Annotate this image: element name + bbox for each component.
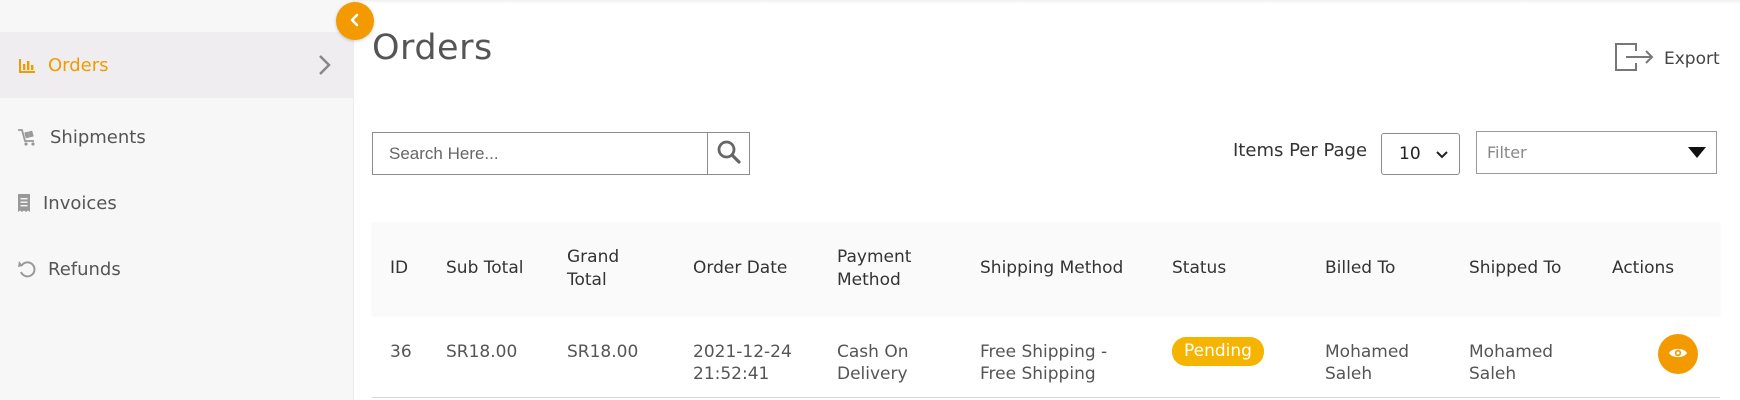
column-header-payment-method: Payment Method [837,246,911,292]
cart-icon [17,127,37,147]
sidebar-item-label: Shipments [50,126,146,148]
sidebar-item-orders[interactable]: Orders [0,32,354,98]
sidebar-item-shipments[interactable]: Shipments [0,104,354,170]
cell-line: 21:52:41 [693,364,770,384]
column-header-actions: Actions [1612,258,1675,278]
sidebar-item-refunds[interactable]: Refunds [0,236,354,302]
column-header-id: ID [390,258,409,278]
items-per-page-select[interactable]: 10 [1381,133,1460,175]
column-header-billed-to: Billed To [1325,258,1396,278]
receipt-icon [14,193,34,213]
search-button[interactable] [708,133,749,174]
cell-sub-total: SR18.00 [446,342,518,362]
caret-down-icon [1688,147,1706,158]
chevron-down-icon [1435,147,1449,167]
column-header-grand-total: Grand Total [567,246,619,292]
cell-line: Saleh [1469,364,1517,384]
cell-shipped-to: Mohamed Saleh [1469,341,1553,385]
table-row: 36 SR18.00 SR18.00 2021-12-24 21:52:41 C… [372,314,1720,398]
column-header-shipping-method: Shipping Method [980,258,1124,278]
bar-chart-icon [17,55,37,75]
filter-placeholder: Filter [1487,143,1527,162]
sidebar-item-label: Orders [48,54,109,76]
column-header-order-date: Order Date [693,258,788,278]
export-button[interactable]: Export [1614,42,1720,76]
cell-line: Saleh [1325,364,1373,384]
cell-order-date: 2021-12-24 21:52:41 [693,341,792,385]
column-header-line: Grand [567,247,620,267]
column-header-line: Payment [837,247,912,267]
cell-line: Free Shipping [980,364,1096,384]
search-input[interactable] [373,133,709,174]
view-order-button[interactable] [1658,334,1698,374]
cell-payment-method: Cash On Delivery [837,341,908,385]
items-per-page-label: Items Per Page [1233,140,1368,161]
items-per-page-value: 10 [1399,144,1421,164]
page-title: Orders [372,28,493,68]
export-icon [1614,42,1656,76]
search-icon [716,139,742,169]
chevron-left-icon [348,12,362,31]
status-badge: Pending [1172,337,1264,366]
undo-icon [17,259,37,279]
sidebar: Orders Shipments Invoices Refunds [0,0,354,400]
sidebar-item-invoices[interactable]: Invoices [0,170,354,236]
cell-shipping-method: Free Shipping - Free Shipping [980,341,1107,385]
column-header-shipped-to: Shipped To [1469,258,1562,278]
search-box [372,132,750,175]
sidebar-item-label: Invoices [43,192,117,214]
sidebar-collapse-button[interactable] [336,2,374,40]
chevron-right-icon [312,53,336,77]
cell-line: Delivery [837,364,908,384]
column-header-status: Status [1172,258,1227,278]
filter-dropdown[interactable]: Filter [1476,131,1717,174]
cell-id: 36 [390,342,412,362]
sidebar-item-label: Refunds [48,258,121,280]
export-label: Export [1664,49,1720,69]
column-header-sub-total: Sub Total [446,258,524,278]
cell-line: 2021-12-24 [693,342,792,362]
cell-line: Mohamed [1469,342,1554,362]
cell-line: Cash On [837,342,909,362]
table-header: ID Sub Total Grand Total Order Date Paym… [372,222,1720,314]
column-header-line: Total [567,270,607,290]
eye-icon [1668,345,1688,364]
cell-line: Free Shipping - [980,342,1108,362]
column-header-line: Method [837,270,901,290]
cell-line: Mohamed [1325,342,1410,362]
cell-grand-total: SR18.00 [567,342,639,362]
cell-billed-to: Mohamed Saleh [1325,341,1409,385]
